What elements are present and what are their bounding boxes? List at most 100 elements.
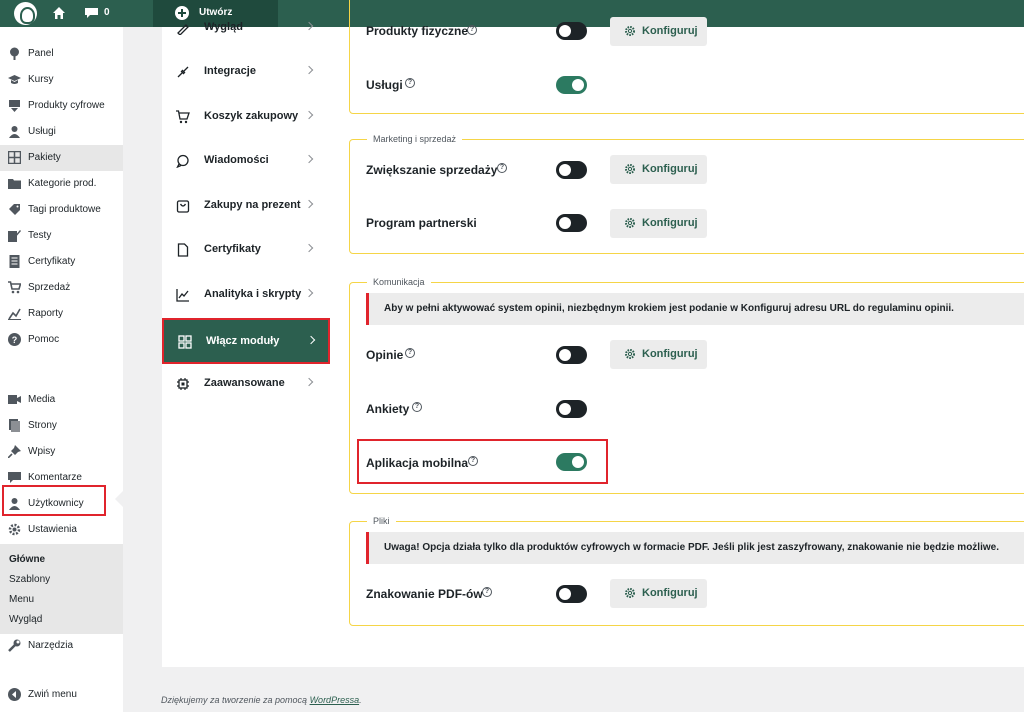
configure-button-zwiekszanie-sprzedazy[interactable]: Konfiguruj <box>610 155 707 184</box>
toggle-znakowanie-pdf[interactable] <box>556 585 587 603</box>
settings-submenu: Główne Szablony Menu Wygląd <box>0 544 123 634</box>
configure-button-znakowanie-pdf[interactable]: Konfiguruj <box>610 579 707 608</box>
highlight-aplikacja-mobilna <box>357 439 608 484</box>
help-icon[interactable]: ? <box>497 163 507 173</box>
help-icon[interactable]: ? <box>405 348 415 358</box>
gear-icon <box>625 588 635 598</box>
configure-label: Konfiguruj <box>642 587 698 599</box>
chevron-right-icon <box>304 377 314 387</box>
toggle-uslugi[interactable] <box>556 76 587 94</box>
sidebar-item-label: Kursy <box>28 74 54 85</box>
collapse-menu-button[interactable]: Zwiń menu <box>0 682 123 708</box>
sidebar-item-testy[interactable]: Testy <box>0 223 123 249</box>
tag-icon <box>9 204 20 215</box>
sidebar-item-label: Produkty cyfrowe <box>28 100 105 111</box>
brush-icon <box>177 24 189 35</box>
highlight-ustawienia <box>2 485 106 516</box>
sidebar-item-strony[interactable]: Strony <box>0 413 123 439</box>
configure-label: Konfiguruj <box>642 348 698 360</box>
row-label-program-partnerski: Program partnerski <box>366 216 477 230</box>
sidebar-item-panel[interactable]: Panel <box>0 41 123 67</box>
submenu-item-szablony[interactable]: Szablony <box>9 574 50 585</box>
settings-nav-label: Włącz moduły <box>206 335 280 347</box>
settings-nav-wiadomosci[interactable]: Wiadomości <box>162 139 330 183</box>
legend-komunikacja: Komunikacja <box>367 277 431 287</box>
sidebar-item-label: Ustawienia <box>28 524 77 535</box>
sidebar-item-raporty[interactable]: Raporty <box>0 301 123 327</box>
settings-nav-zaawansowane[interactable]: Zaawansowane <box>162 362 330 406</box>
chart-icon <box>8 308 21 320</box>
settings-nav-integracje[interactable]: Integracje <box>162 50 330 94</box>
sidebar-item-sprzedaz[interactable]: Sprzedaż <box>0 275 123 301</box>
legend-marketing: Marketing i sprzedaż <box>367 134 463 144</box>
home-icon[interactable] <box>52 6 66 20</box>
folder-icon <box>8 179 21 189</box>
toggle-ankiety[interactable] <box>556 400 587 418</box>
sidebar-item-pakiety[interactable]: Pakiety <box>0 145 123 171</box>
row-label-produkty-fizyczne: Produkty fizyczne <box>366 24 469 38</box>
help-icon[interactable]: ? <box>467 25 477 35</box>
comment-icon[interactable] <box>84 7 99 19</box>
submenu-item-menu[interactable]: Menu <box>9 594 34 605</box>
comments-count[interactable]: 0 <box>104 7 110 18</box>
toggle-produkty-fizyczne[interactable] <box>556 22 587 40</box>
configure-label: Konfiguruj <box>642 25 698 37</box>
sidebar-item-label: Pomoc <box>28 334 60 345</box>
submenu-item-glowne[interactable]: Główne <box>9 554 45 565</box>
settings-nav-wyglad[interactable]: Wygląd <box>162 6 330 50</box>
settings-nav-label: Certyfikaty <box>204 243 261 255</box>
toggle-zwiekszanie-sprzedazy[interactable] <box>556 161 587 179</box>
configure-button-produkty-fizyczne[interactable]: Konfiguruj <box>610 17 707 46</box>
reviews-notice: Aby w pełni aktywować system opinii, nie… <box>366 293 1024 325</box>
sidebar-item-media[interactable]: Media <box>0 387 123 413</box>
gift-icon <box>176 200 190 213</box>
file-icon <box>177 243 189 257</box>
settings-nav-koszyk[interactable]: Koszyk zakupowy <box>162 95 330 139</box>
help-icon[interactable]: ? <box>412 402 422 412</box>
site-logo-icon[interactable] <box>14 2 37 25</box>
settings-nav-label: Integracje <box>204 65 256 77</box>
settings-nav-label: Koszyk zakupowy <box>204 110 299 122</box>
sidebar-item-wpisy[interactable]: Wpisy <box>0 439 123 465</box>
wrench-icon <box>8 639 21 652</box>
sidebar-item-label: Pakiety <box>28 152 61 163</box>
settings-nav-certyfikaty[interactable]: Certyfikaty <box>162 228 330 272</box>
sidebar-item-label: Usługi <box>28 126 56 137</box>
sidebar-item-produkty-cyfrowe[interactable]: Produkty cyfrowe <box>0 93 123 119</box>
configure-label: Konfiguruj <box>642 163 698 175</box>
help-icon[interactable]: ? <box>482 587 492 597</box>
configure-button-opinie[interactable]: Konfiguruj <box>610 340 707 369</box>
settings-nav-label: Wiadomości <box>204 154 269 166</box>
wordpress-link[interactable]: WordPressa <box>310 695 360 705</box>
chevron-right-icon <box>304 199 314 209</box>
settings-nav-label: Zakupy na prezent <box>204 199 301 211</box>
submenu-item-wyglad[interactable]: Wygląd <box>9 614 42 625</box>
analytics-icon <box>176 289 189 302</box>
plug-icon <box>177 66 189 78</box>
chevron-right-icon <box>304 21 314 31</box>
toggle-program-partnerski[interactable] <box>556 214 587 232</box>
sidebar-item-label: Wpisy <box>28 446 56 457</box>
comment-icon <box>8 472 21 483</box>
configure-label: Konfiguruj <box>642 217 698 229</box>
settings-nav-zakupy-prezent[interactable]: Zakupy na prezent <box>162 184 330 228</box>
sidebar-item-label: Certyfikaty <box>28 256 76 267</box>
toggle-opinie[interactable] <box>556 346 587 364</box>
settings-nav-analityka[interactable]: Analityka i skrypty <box>162 273 330 317</box>
edit-icon <box>8 230 21 242</box>
sidebar-item-uslugi[interactable]: Usługi <box>0 119 123 145</box>
sidebar-item-kategorie[interactable]: Kategorie prod. <box>0 171 123 197</box>
sidebar-item-ustawienia[interactable]: Ustawienia <box>0 517 123 543</box>
configure-button-program-partnerski[interactable]: Konfiguruj <box>610 209 707 238</box>
collapse-icon <box>8 688 21 701</box>
help-icon[interactable]: ? <box>405 78 415 88</box>
sidebar-item-narzedzia[interactable]: Narzędzia <box>0 633 123 659</box>
sidebar-item-pomoc[interactable]: ? Pomoc <box>0 327 123 353</box>
sidebar-item-label: Narzędzia <box>28 640 74 651</box>
chevron-right-icon <box>304 243 314 253</box>
sidebar-item-certyfikaty[interactable]: Certyfikaty <box>0 249 123 275</box>
help-icon: ? <box>8 333 21 346</box>
settings-nav-wlacz-moduly[interactable]: Włącz moduły <box>162 318 330 364</box>
sidebar-item-tagi[interactable]: Tagi produktowe <box>0 197 123 223</box>
sidebar-item-kursy[interactable]: Kursy <box>0 67 123 93</box>
